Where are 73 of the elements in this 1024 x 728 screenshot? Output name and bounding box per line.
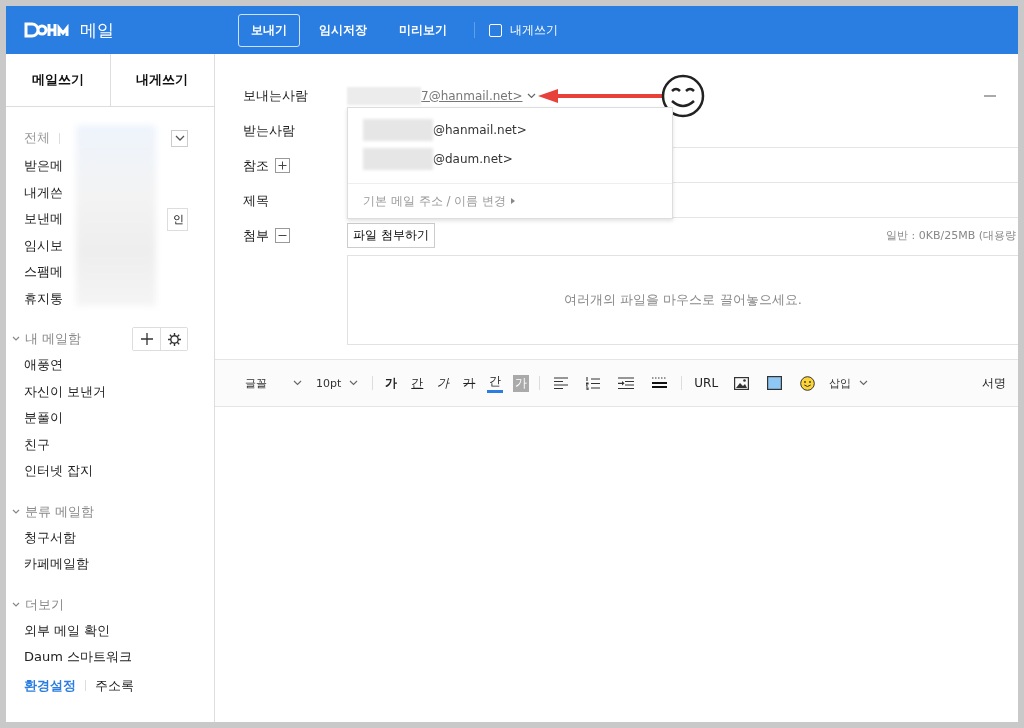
section-title[interactable]: 더보기 (25, 595, 64, 614)
self-mail-checkbox[interactable]: 내게쓰기 (489, 21, 558, 39)
text-color-button[interactable]: 간 (487, 373, 504, 393)
dropdown-select[interactable]: 10pt (316, 376, 363, 390)
chevron-down-icon[interactable] (349, 380, 359, 386)
field-label: 보내는사람 (243, 86, 308, 105)
attach-file-button[interactable]: 파일 첨부하기 (347, 223, 435, 248)
settings-icon[interactable] (167, 332, 181, 346)
emoji-icon[interactable] (800, 375, 816, 391)
toolbar-button[interactable]: 임시저장 (306, 13, 380, 47)
folder-item[interactable]: 외부 메일 확인 (24, 621, 111, 640)
all-label: 전체 (24, 129, 50, 147)
folder-item[interactable]: 친구 (24, 435, 50, 454)
italic-button[interactable]: 가 (435, 374, 452, 392)
image-icon[interactable] (734, 376, 750, 390)
folder-item[interactable]: 청구서함 (24, 528, 76, 547)
confirm-button[interactable]: 인 (167, 207, 188, 231)
horizontal-rule-icon[interactable] (652, 377, 668, 389)
strikethrough-button[interactable]: 가 (461, 374, 478, 392)
plus-icon[interactable] (140, 333, 153, 345)
section-title[interactable]: 내 메일함 (25, 330, 82, 348)
chevron-down-icon[interactable] (293, 380, 302, 386)
dropdown-button[interactable] (171, 129, 188, 147)
chevron-down-icon[interactable] (12, 336, 20, 342)
logo-text: 메일 (80, 18, 114, 42)
toolbar-button[interactable]: 서명 (980, 374, 1008, 392)
plus-box-icon[interactable] (275, 158, 290, 173)
attachment-quota: 일반 : 0KB/25MB (대용량 (886, 228, 1017, 243)
folder-item[interactable]: 인터넷 잡지 (24, 462, 94, 481)
folder-item[interactable]: 내게쓴 (24, 183, 63, 202)
chevron-down-icon[interactable] (12, 508, 20, 515)
settings-button[interactable] (160, 328, 187, 350)
folder-item[interactable]: 휴지통 (24, 289, 63, 308)
toolbar-button[interactable]: URL (692, 376, 721, 390)
indent-icon[interactable] (618, 377, 635, 389)
folder-item[interactable]: 카페메일함 (24, 555, 89, 574)
redaction-blur (363, 147, 433, 170)
file-drop-zone[interactable]: 여러개의 파일을 마우스로 끌어놓으세요. (347, 255, 1018, 345)
bold-button[interactable]: 가 (383, 374, 400, 392)
send-button[interactable]: 보내기 (238, 13, 300, 47)
field-label: 받는사람 (243, 121, 295, 140)
underline-button[interactable]: 간 (409, 374, 426, 392)
folder-item[interactable]: 애풍연 (24, 356, 63, 375)
section-title[interactable]: 분류 메일함 (25, 502, 95, 521)
folder-item[interactable]: 자신이 보낸거 (24, 382, 107, 401)
footer-link[interactable]: 환경설정 (24, 676, 76, 695)
align-left-icon[interactable] (554, 377, 569, 389)
folder-item[interactable]: 임시보 (24, 236, 63, 255)
folder-item[interactable]: 분풀이 (24, 409, 63, 428)
menu-option[interactable]: @hanmail.net> (433, 122, 527, 137)
folder-item[interactable]: 받은메 (24, 157, 63, 176)
field-label: 제목 (243, 191, 269, 210)
chevron-down-icon[interactable] (12, 601, 20, 608)
footer-link[interactable]: 주소록 (95, 676, 134, 695)
chevron-down-icon[interactable] (527, 92, 537, 99)
chevron-down-icon[interactable] (174, 135, 185, 141)
dropdown-select[interactable]: 글꼴 (245, 375, 306, 391)
field-label: 참조 (243, 156, 269, 175)
sender-address[interactable]: 7@hanmail.net> (421, 88, 523, 103)
field-label: 첨부 (243, 226, 269, 245)
toolbar-button[interactable]: 미리보기 (386, 13, 460, 47)
minus-box-icon[interactable] (275, 228, 290, 243)
folder-item[interactable]: Daum 스마트워크 (24, 648, 132, 667)
numbered-list-icon[interactable] (586, 376, 601, 390)
folder-item[interactable]: 보낸메 (24, 210, 63, 229)
redaction-blur (363, 118, 433, 141)
triangle-right-icon (511, 198, 516, 204)
chevron-down-icon[interactable] (859, 380, 869, 386)
drop-hint: 여러개의 파일을 마우스로 끌어놓으세요. (564, 291, 802, 309)
dropdown-select[interactable]: 삽입 (829, 375, 873, 391)
menu-option[interactable]: @daum.net> (433, 151, 513, 166)
text-box-icon[interactable] (767, 376, 783, 390)
folder-item[interactable]: 스팸메 (24, 263, 63, 282)
